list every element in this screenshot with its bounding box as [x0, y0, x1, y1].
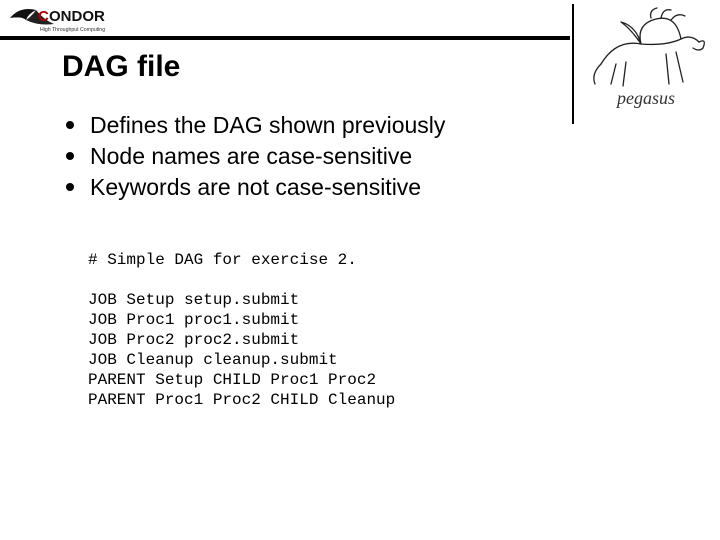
- bullet-text: Defines the DAG shown previously: [90, 112, 445, 138]
- list-item: Defines the DAG shown previously: [62, 110, 562, 141]
- list-item: Keywords are not case-sensitive: [62, 172, 562, 203]
- svg-text:C: C: [38, 8, 49, 25]
- page-title: DAG file: [62, 50, 180, 84]
- code-block: # Simple DAG for exercise 2. JOB Setup s…: [88, 250, 395, 410]
- pegasus-drawing-icon: [580, 4, 712, 92]
- code-line: PARENT Setup CHILD Proc1 Proc2: [88, 371, 376, 389]
- bullet-list: Defines the DAG shown previously Node na…: [62, 110, 562, 203]
- code-line: JOB Cleanup cleanup.submit: [88, 351, 338, 369]
- list-item: Node names are case-sensitive: [62, 141, 562, 172]
- slide: C ONDOR High Throughput Computing pegasu…: [0, 0, 720, 540]
- bullet-text: Keywords are not case-sensitive: [90, 174, 421, 200]
- condor-logo: C ONDOR High Throughput Computing: [8, 4, 138, 36]
- title-divider: [0, 36, 570, 40]
- code-line: JOB Proc1 proc1.submit: [88, 311, 299, 329]
- code-comment: # Simple DAG for exercise 2.: [88, 251, 357, 269]
- svg-text:High Throughput Computing: High Throughput Computing: [40, 27, 105, 33]
- code-line: JOB Setup setup.submit: [88, 291, 299, 309]
- svg-text:ONDOR: ONDOR: [49, 8, 105, 25]
- bullet-text: Node names are case-sensitive: [90, 143, 412, 169]
- code-line: JOB Proc2 proc2.submit: [88, 331, 299, 349]
- pegasus-logo: pegasus: [572, 4, 712, 124]
- code-line: PARENT Proc1 Proc2 CHILD Cleanup: [88, 391, 395, 409]
